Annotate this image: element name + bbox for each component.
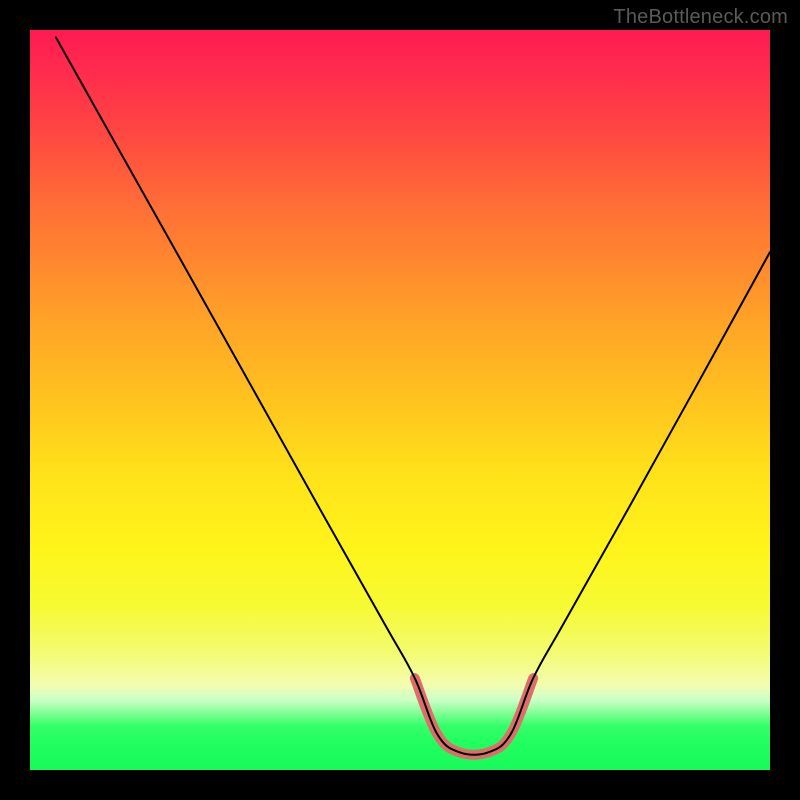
site-watermark: TheBottleneck.com xyxy=(613,6,788,29)
bottleneck-curve xyxy=(56,37,770,754)
curve-layer xyxy=(30,30,770,770)
chart-stage: TheBottleneck.com xyxy=(0,0,800,800)
optimal-range-highlight xyxy=(415,678,533,755)
plot-area xyxy=(30,30,770,770)
